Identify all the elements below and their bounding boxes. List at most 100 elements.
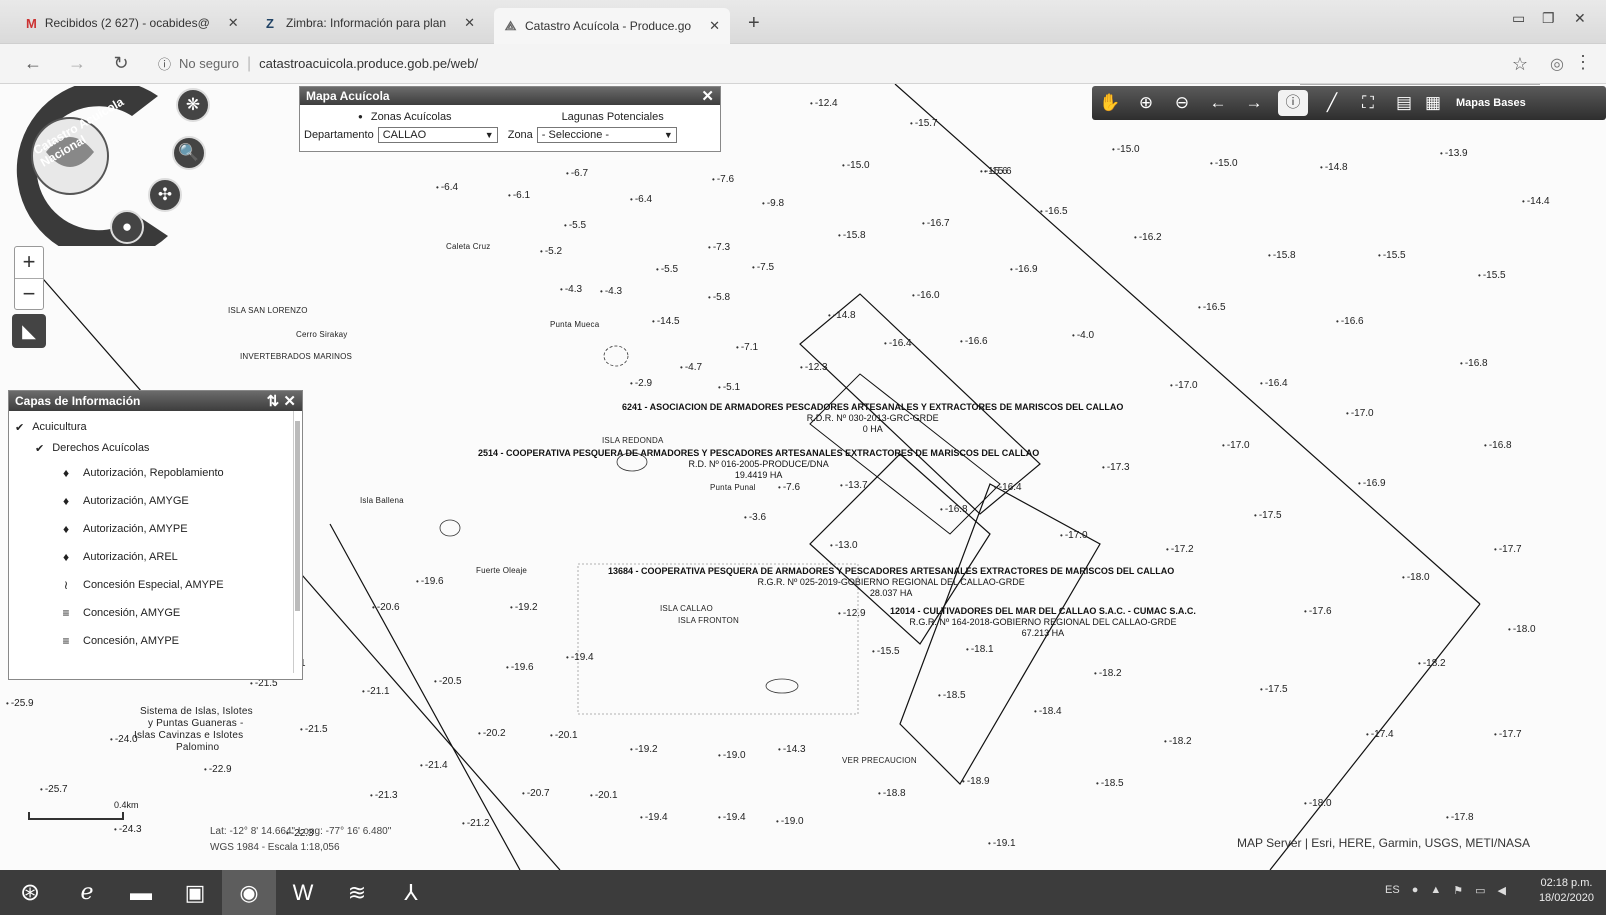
word-icon[interactable]: W [276, 870, 330, 915]
layers-scrollbar[interactable] [293, 411, 301, 673]
depth-sounding: -15.6 [984, 166, 1012, 177]
layer-item[interactable]: ≀ Concesión Especial, AMYPE [15, 571, 298, 599]
internet-explorer-icon[interactable]: e [60, 870, 114, 915]
forward-icon[interactable]: → [66, 53, 88, 74]
flag-icon[interactable]: ⚑ [1453, 884, 1463, 897]
depth-sounding: -17.5 [1260, 684, 1288, 695]
depth-sounding: -18.5 [938, 690, 966, 701]
extension-icon[interactable]: ◎ [1550, 54, 1564, 74]
zoom-out-icon[interactable]: ⊖ [1164, 93, 1200, 113]
concession-label: 6241 - ASOCIACION DE ARMADORES PESCADORE… [622, 402, 1123, 435]
checkmark-icon[interactable]: ✔ [35, 442, 44, 455]
layer-item[interactable]: ♦ Autorización, AMYGE [15, 487, 298, 515]
layer-item[interactable]: ♦ Autorización, AREL [15, 543, 298, 571]
new-tab-icon[interactable]: + [748, 12, 760, 35]
logo-search-icon[interactable]: 🔍 [172, 136, 206, 170]
depth-sounding: -7.5 [752, 262, 774, 273]
layer-item[interactable]: ≡ Concesión, AMYGE [15, 599, 298, 627]
chrome-icon[interactable]: ◉ [222, 870, 276, 915]
depth-sounding: -18.4 [1034, 706, 1062, 717]
layers-panel: Capas de Información ⇅ ✕ ✔ Acuicultura ✔… [8, 390, 303, 680]
tree-node-derechos[interactable]: ✔ Derechos Acuícolas [15, 437, 298, 459]
depth-sounding: -24.3 [114, 824, 142, 835]
depth-sounding: -3.6 [744, 512, 766, 523]
close-icon[interactable]: ✕ [283, 393, 296, 410]
language-indicator[interactable]: ES [1385, 884, 1400, 897]
depth-sounding: -16.5 [1198, 302, 1226, 313]
logo-tools-icon[interactable]: ✣ [148, 178, 182, 212]
close-tab-icon[interactable]: ✕ [709, 18, 720, 34]
basemaps-grid-icon[interactable]: ▦ [1422, 93, 1444, 113]
depth-sounding: -6.7 [566, 168, 588, 179]
zonas-acuicolas-radio[interactable]: Zonas Acuícolas [358, 111, 452, 123]
depth-sounding: -18.5 [1096, 778, 1124, 789]
close-icon[interactable]: ✕ [701, 87, 714, 105]
close-tab-icon[interactable]: ✕ [228, 15, 239, 31]
lagunas-potenciales-radio[interactable]: Lagunas Potenciales [562, 111, 664, 123]
zoom-in-button[interactable]: + [15, 247, 43, 278]
maximize-icon[interactable]: ❐ [1542, 10, 1555, 27]
print-icon[interactable]: ▤ [1386, 93, 1422, 113]
depth-sounding: -16.2 [1134, 232, 1162, 243]
minimize-icon[interactable]: ▭ [1512, 10, 1525, 27]
depth-sounding: -17.5 [1254, 510, 1282, 521]
acrobat-icon[interactable]: ⅄ [384, 870, 438, 915]
layer-item[interactable]: ♦ Autorización, Repoblamiento [15, 459, 298, 487]
map-view[interactable]: -12.4 -15.7 -15.0 -15.0 -14.8 -13.9 -14.4 -6.7 -… [0, 84, 1606, 870]
fullscreen-icon[interactable]: ⛶ [1350, 93, 1386, 113]
depth-sounding: -17.8 [1446, 812, 1474, 823]
identify-info-icon[interactable]: ⓘ [1278, 90, 1308, 116]
logo-leaf-icon[interactable]: ❋ [176, 88, 210, 122]
info-icon[interactable]: ⓘ [158, 54, 171, 73]
back-icon[interactable]: ← [22, 53, 44, 74]
tab-zimbra[interactable]: Z Zimbra: Información para plan ✕ [252, 8, 490, 38]
close-tab-icon[interactable]: ✕ [464, 15, 475, 31]
reload-icon[interactable]: ↻ [110, 53, 132, 74]
layer-item[interactable]: ♦ Autorización, AMYPE [15, 515, 298, 543]
place-label: Islas Cavinzas e Islotes [134, 730, 244, 741]
network-icon[interactable]: ▲ [1430, 884, 1441, 897]
zoom-in-icon[interactable]: ⊕ [1128, 93, 1164, 113]
depth-sounding: -19.0 [718, 750, 746, 761]
bookmark-star-icon[interactable]: ☆ [1512, 54, 1528, 75]
concession-title: 2514 - COOPERATIVA PESQUERA DE ARMADORES… [478, 448, 1040, 458]
departamento-select[interactable]: CALLAO ▼ [377, 127, 498, 143]
zoom-out-button[interactable]: − [15, 278, 43, 309]
layer-item[interactable]: ≡ Concesión, AMYPE [15, 627, 298, 655]
menu-icon[interactable]: ⋮ [1574, 52, 1592, 73]
logo-location-icon[interactable]: ● [110, 210, 144, 244]
url-field[interactable]: catastroacuicola.produce.gob.pe/web/ [259, 56, 478, 71]
volume-icon[interactable]: ◀ [1498, 884, 1506, 897]
sort-arrows-icon[interactable]: ⇅ [267, 393, 280, 410]
depth-sounding: -4.7 [680, 362, 702, 373]
layer-label: Autorización, AMYGE [83, 495, 189, 507]
battery-icon[interactable]: ▭ [1475, 884, 1485, 897]
full-extent-peru-icon[interactable]: ◣ [12, 314, 46, 348]
basemaps-button[interactable]: Mapas Bases [1456, 97, 1526, 109]
layer-label: Concesión Especial, AMYPE [83, 579, 224, 591]
file-explorer-icon[interactable]: ▬ [114, 870, 168, 915]
place-label: Palomino [176, 742, 220, 753]
app-wave-icon[interactable]: ≋ [330, 870, 384, 915]
tab-title: Zimbra: Información para plan [286, 16, 447, 30]
clock[interactable]: 02:18 p.m. 18/02/2020 [1539, 876, 1594, 906]
system-tray: ES ● ▲ ⚑ ▭ ◀ [1385, 884, 1506, 897]
tab-gmail[interactable]: M Recibidos (2 627) - ocabides@ ✕ [16, 8, 248, 38]
checkmark-icon[interactable]: ✔ [15, 421, 24, 434]
layer-label: Concesión, AMYGE [83, 607, 181, 619]
tab-catastro[interactable]: ⟁ Catastro Acuícola - Produce.go ✕ [494, 8, 730, 44]
zona-select[interactable]: - Seleccione - ▼ [536, 127, 677, 143]
pan-hand-icon[interactable]: ✋ [1092, 93, 1128, 113]
tree-node-acuicultura[interactable]: ✔ Acuicultura [15, 417, 298, 437]
close-window-icon[interactable]: ✕ [1574, 10, 1586, 27]
app-icon[interactable]: ▣ [168, 870, 222, 915]
measure-icon[interactable]: ╱ [1314, 93, 1350, 113]
previous-extent-icon[interactable]: ← [1200, 93, 1236, 113]
concession-resolution: R.G.R. Nº 164-2018-GOBIERNO REGIONAL DEL… [909, 617, 1177, 627]
coordinates-readout: Lat: -12° 8' 14.664" Long: -77° 16' 6.48… [210, 824, 391, 856]
tray-app-icon[interactable]: ● [1412, 884, 1419, 897]
depth-sounding: -19.2 [630, 744, 658, 755]
start-button-icon[interactable]: ⊛ [0, 870, 60, 915]
concession-label: 2514 - COOPERATIVA PESQUERA DE ARMADORES… [478, 448, 1039, 481]
next-extent-icon[interactable]: → [1236, 93, 1272, 113]
